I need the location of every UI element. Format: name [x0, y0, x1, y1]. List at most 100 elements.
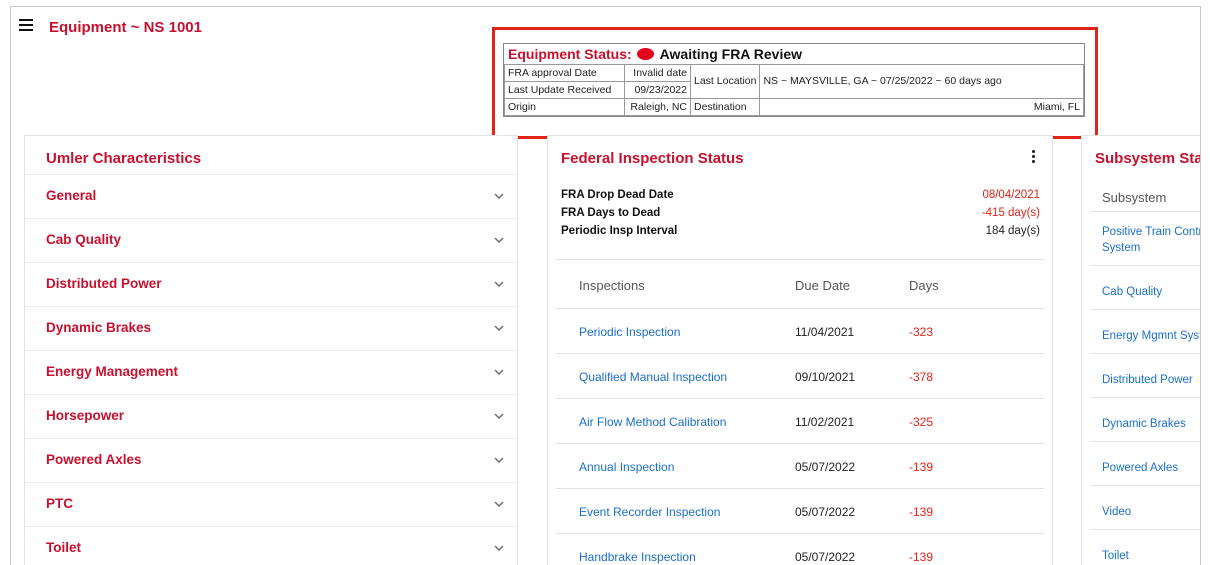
inspection-name[interactable]: Qualified Manual Inspection	[579, 370, 727, 384]
divider	[556, 259, 1044, 260]
accordion-item[interactable]: Powered Axles	[25, 438, 519, 482]
fra-approval-date-label: FRA approval Date	[504, 64, 625, 82]
accordion-item-label: Dynamic Brakes	[46, 320, 152, 335]
inspection-name[interactable]: Annual Inspection	[579, 460, 674, 474]
inspection-days: -323	[909, 325, 934, 339]
hamburger-menu-icon[interactable]	[19, 19, 33, 31]
inspection-due-date: 05/07/2022	[795, 505, 856, 519]
accordion-item-label: Cab Quality	[46, 232, 122, 247]
accordion-item[interactable]: General	[25, 174, 519, 218]
origin-value: Raleigh, NC	[624, 98, 691, 116]
fra-days-row: FRA Days to Dead -415 day(s)	[561, 207, 1040, 222]
destination-value: Miami, FL	[759, 98, 1084, 116]
chevron-down-icon[interactable]	[493, 367, 505, 377]
subsystem-link[interactable]: Video	[1102, 504, 1131, 520]
inspection-due-date: 11/02/2021	[795, 415, 855, 429]
subsystem-status-panel: Subsystem Stat Subsystem Positive Train …	[1081, 135, 1201, 565]
chevron-down-icon[interactable]	[493, 279, 505, 289]
accordion-item-label: Horsepower	[46, 408, 125, 423]
subsystem-row[interactable]: Positive Train Contro System	[1090, 211, 1200, 265]
more-options-icon[interactable]	[1028, 150, 1038, 166]
table-row: Annual Inspection 05/07/2022 -139	[556, 443, 1044, 488]
app-frame: Equipment ~ NS 1001 Equipment Status: Aw…	[10, 6, 1201, 565]
chevron-down-icon[interactable]	[493, 455, 505, 465]
subsystem-row[interactable]: Powered Axles	[1090, 441, 1200, 485]
accordion-item[interactable]: Distributed Power	[25, 262, 519, 306]
accordion-item[interactable]: Horsepower	[25, 394, 519, 438]
inspection-name[interactable]: Air Flow Method Calibration	[579, 415, 726, 429]
fra-approval-date-value: Invalid date	[624, 64, 691, 82]
subsystem-link[interactable]: Cab Quality	[1102, 284, 1162, 300]
table-row: Qualified Manual Inspection 09/10/2021 -37…	[556, 353, 1044, 398]
chevron-down-icon[interactable]	[493, 543, 505, 553]
table-row: Periodic Inspection 11/04/2021 -323	[556, 308, 1044, 353]
column-header-days[interactable]: Days	[909, 278, 939, 293]
chevron-down-icon[interactable]	[493, 411, 505, 421]
accordion-item[interactable]: Energy Management	[25, 350, 519, 394]
fra-days-label: FRA Days to Dead	[561, 207, 661, 219]
federal-inspection-panel: Federal Inspection Status FRA Drop Dead …	[547, 135, 1053, 565]
last-location-value: NS ~ MAYSVILLE, GA ~ 07/25/2022 ~ 60 day…	[759, 64, 1084, 99]
subsystem-link[interactable]: Powered Axles	[1102, 460, 1178, 476]
chevron-down-icon[interactable]	[493, 323, 505, 333]
subsystem-panel-title: Subsystem Stat	[1095, 150, 1201, 167]
fra-days-value: -415 day(s)	[981, 207, 1040, 219]
subsystem-link-line2[interactable]: System	[1102, 240, 1140, 256]
subsystem-link[interactable]: Energy Mgmnt Syst	[1102, 328, 1200, 344]
status-indicator-icon	[636, 48, 654, 60]
accordion-item-label: Distributed Power	[46, 276, 162, 291]
chevron-down-icon[interactable]	[493, 191, 505, 201]
accordion-item[interactable]: Cab Quality	[25, 218, 519, 262]
inspection-days: -325	[909, 415, 934, 429]
inspection-name[interactable]: Event Recorder Inspection	[579, 505, 720, 519]
inspection-days: -139	[909, 460, 934, 474]
origin-label: Origin	[504, 98, 625, 116]
subsystem-link[interactable]: Positive Train Contro	[1102, 224, 1200, 240]
inspection-due-date: 05/07/2022	[795, 550, 856, 564]
table-row: Event Recorder Inspection 05/07/2022 -139	[556, 488, 1044, 533]
subsystem-link[interactable]: Toilet	[1102, 548, 1129, 564]
equipment-status-header: Equipment Status: Awaiting FRA Review	[504, 44, 1084, 64]
umler-characteristics-panel: Umler Characteristics General Cab Quality…	[24, 135, 519, 565]
subsystem-row[interactable]: Toilet	[1090, 529, 1200, 565]
subsystem-row[interactable]: Video	[1090, 485, 1200, 529]
accordion-item-label: Energy Management	[46, 364, 179, 379]
accordion-item-label: PTC	[46, 496, 73, 511]
accordion-item-label: Toilet	[46, 540, 81, 555]
accordion-item[interactable]: Dynamic Brakes	[25, 306, 519, 350]
column-header-subsystem[interactable]: Subsystem	[1102, 190, 1166, 205]
destination-label: Destination	[689, 98, 761, 116]
accordion-item[interactable]: Toilet	[25, 526, 519, 565]
fra-drop-dead-value: 08/04/2021	[982, 189, 1040, 201]
page-title: Equipment ~ NS 1001	[49, 19, 202, 36]
column-header-inspections[interactable]: Inspections	[579, 278, 645, 293]
column-header-due-date[interactable]: Due Date	[795, 278, 850, 293]
chevron-down-icon[interactable]	[493, 499, 505, 509]
inspection-due-date: 09/10/2021	[795, 370, 856, 384]
periodic-interval-label: Periodic Insp Interval	[561, 225, 678, 237]
equipment-status-table: FRA approval Date Invalid date Last Loca…	[504, 64, 1084, 116]
inspection-days: -139	[909, 505, 934, 519]
accordion-item-label: General	[46, 188, 97, 203]
equipment-status-value: Awaiting FRA Review	[659, 46, 803, 62]
federal-panel-title: Federal Inspection Status	[561, 150, 744, 167]
inspection-due-date: 05/07/2022	[795, 460, 856, 474]
equipment-status-label: Equipment Status:	[508, 46, 632, 62]
inspection-name[interactable]: Periodic Inspection	[579, 325, 680, 339]
inspection-name[interactable]: Handbrake Inspection	[579, 550, 696, 564]
subsystem-row[interactable]: Dynamic Brakes	[1090, 397, 1200, 441]
subsystem-row[interactable]: Distributed Power	[1090, 353, 1200, 397]
periodic-interval-row: Periodic Insp Interval 184 day(s)	[561, 225, 1040, 240]
chevron-down-icon[interactable]	[493, 235, 505, 245]
subsystem-row[interactable]: Cab Quality	[1090, 265, 1200, 309]
accordion-item[interactable]: PTC	[25, 482, 519, 526]
last-location-label: Last Location	[689, 64, 761, 99]
subsystem-row[interactable]: Energy Mgmnt Syst	[1090, 309, 1200, 353]
fra-drop-dead-label: FRA Drop Dead Date	[561, 189, 674, 201]
subsystem-link[interactable]: Dynamic Brakes	[1102, 416, 1186, 432]
accordion-item-label: Powered Axles	[46, 452, 142, 467]
subsystem-link[interactable]: Distributed Power	[1102, 372, 1193, 388]
umler-panel-title: Umler Characteristics	[46, 150, 202, 167]
periodic-interval-value: 184 day(s)	[985, 225, 1040, 237]
inspection-due-date: 11/04/2021	[795, 325, 855, 339]
